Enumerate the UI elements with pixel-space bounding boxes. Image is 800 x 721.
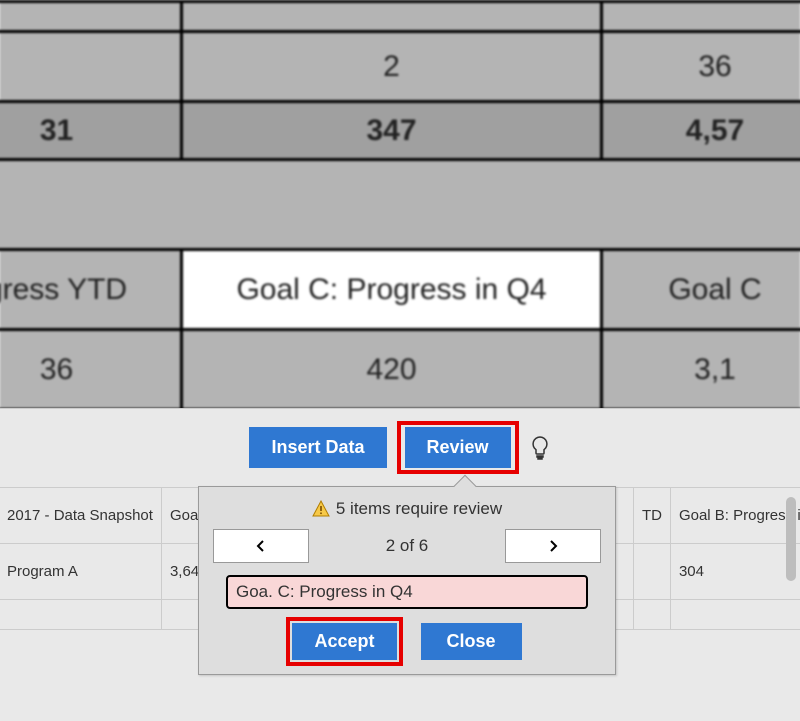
bg-cell: 420 (182, 330, 602, 410)
review-popup: 5 items require review 2 of 6 Accept Clo… (198, 486, 616, 675)
toolbar: Insert Data Review (0, 409, 800, 484)
bg-cell: 36 (0, 330, 182, 410)
warning-text: 5 items require review (336, 499, 502, 519)
grid-header: Goal B: Progress in (670, 488, 800, 544)
review-button[interactable]: Review (405, 427, 511, 468)
bg-cell: Goal C (602, 250, 800, 330)
bg-cell-selected: Goal C: Progress in Q4 (182, 250, 602, 330)
grid-header: TD (633, 488, 670, 544)
bg-cell: 4,57 (602, 102, 800, 160)
close-button[interactable]: Close (421, 623, 522, 660)
bg-cell: gress YTD (0, 250, 182, 330)
background-spreadsheet: 2 36 31 347 4,57 gress YTD Goal C: Progr… (0, 0, 800, 408)
bg-cell: 347 (182, 102, 602, 160)
grid-cell: 304 (670, 544, 800, 600)
scrollbar-thumb[interactable] (786, 497, 796, 581)
grid-title: 2017 - Data Snapshot (0, 488, 161, 544)
grid-cell: Program A (0, 544, 161, 600)
review-input[interactable] (226, 575, 588, 609)
insert-data-button[interactable]: Insert Data (249, 427, 386, 468)
accept-button[interactable]: Accept (292, 623, 396, 660)
bg-cell: 36 (602, 32, 800, 102)
prev-button[interactable] (213, 529, 309, 563)
bg-cell (0, 32, 182, 102)
warning-icon (312, 500, 330, 518)
bg-cell: 3,1 (602, 330, 800, 410)
bg-cell: 2 (182, 32, 602, 102)
review-counter: 2 of 6 (386, 536, 429, 556)
next-button[interactable] (505, 529, 601, 563)
lightbulb-icon[interactable] (529, 434, 551, 462)
bg-cell: 31 (0, 102, 182, 160)
